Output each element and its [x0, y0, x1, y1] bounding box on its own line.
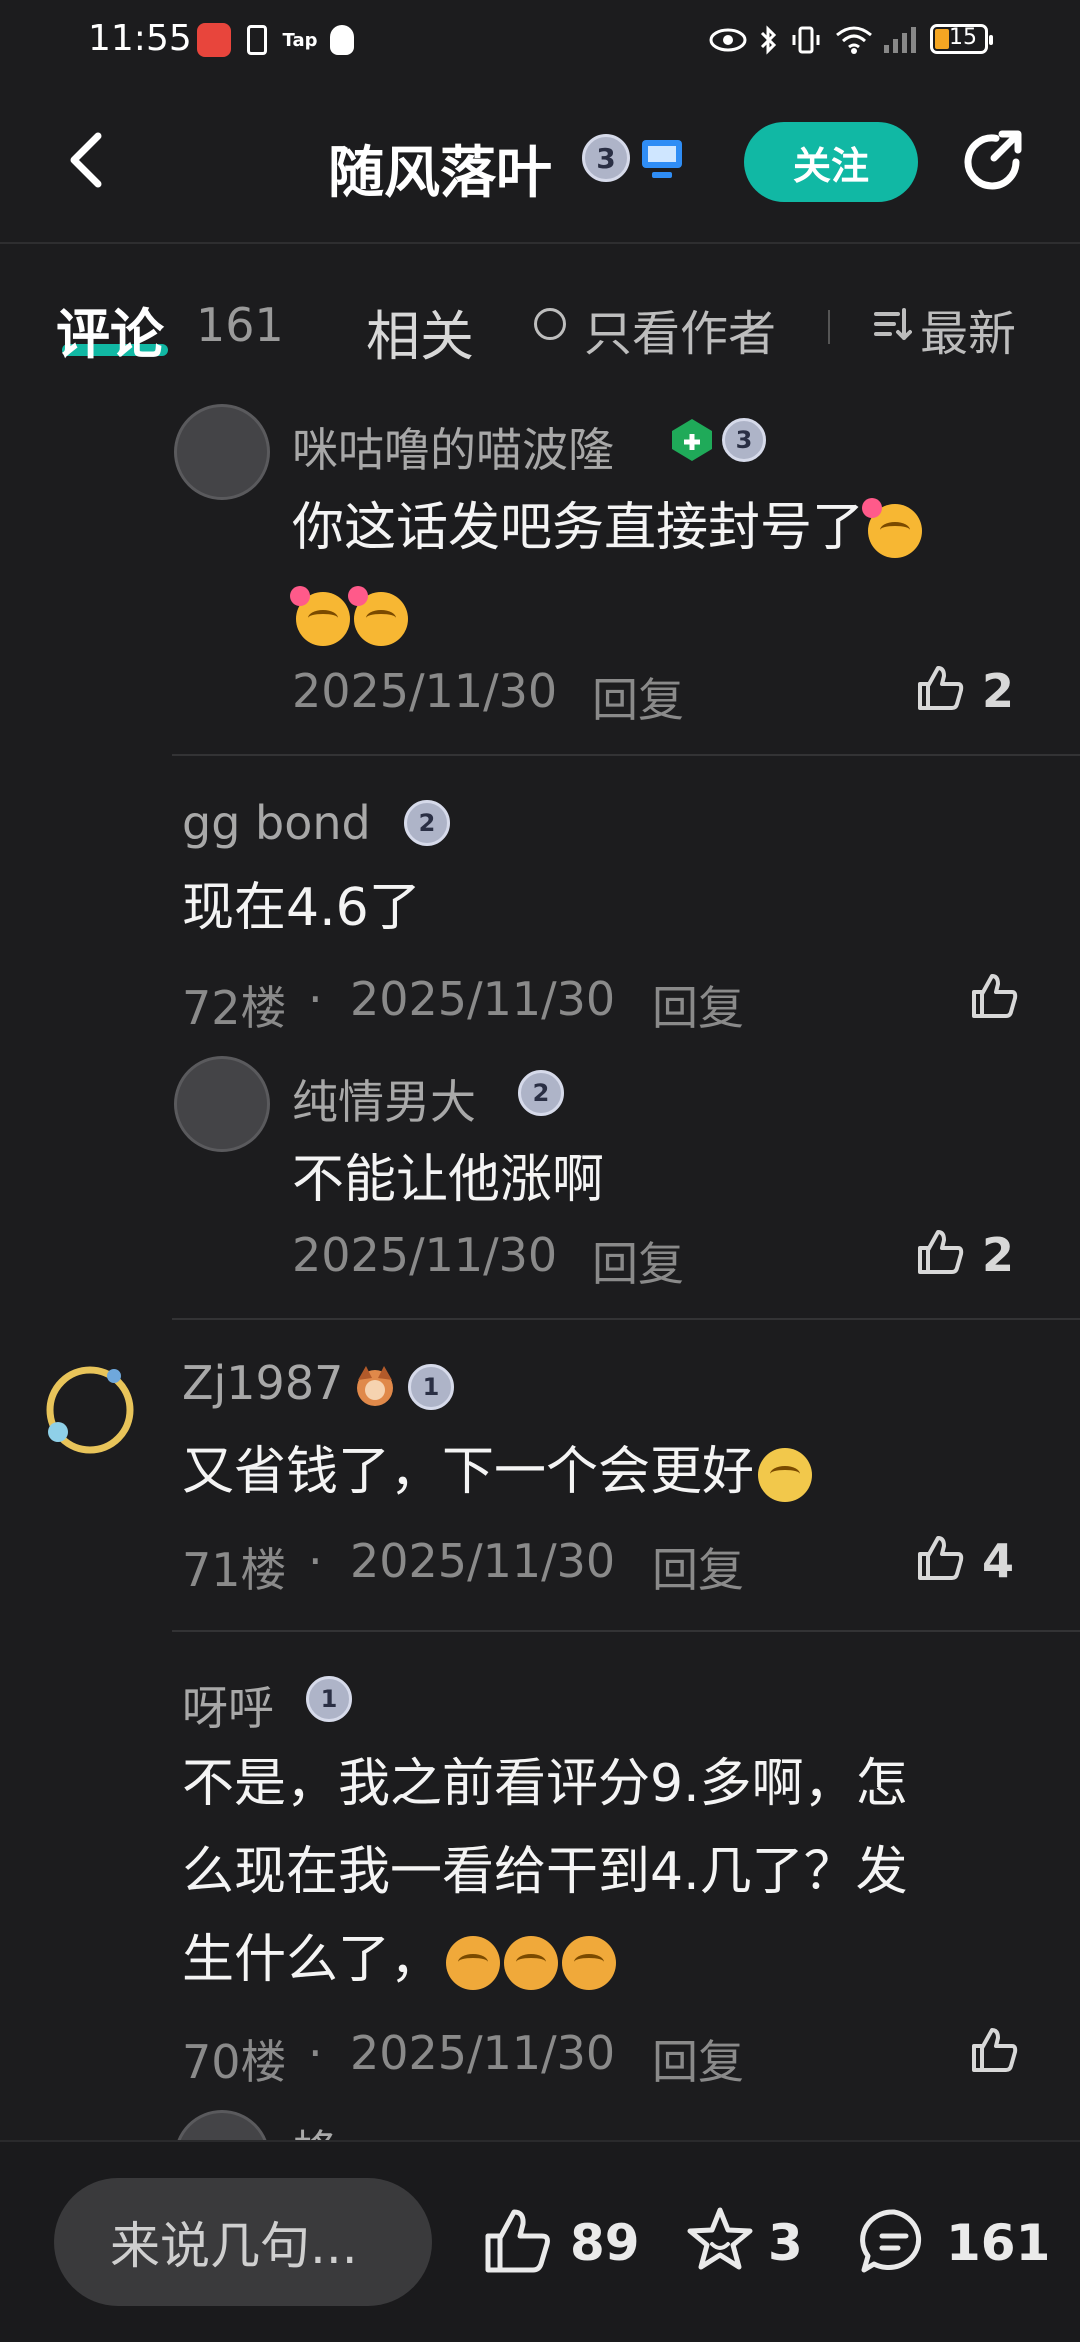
sort-newest[interactable]: 最新 [920, 294, 1016, 364]
signal-icon [880, 22, 920, 58]
like-thumb-icon[interactable] [914, 1226, 966, 1278]
tab-comments[interactable]: 评论 [56, 290, 164, 369]
blush-emoji-icon [562, 1936, 617, 1990]
meta-dot: · [308, 1534, 323, 1588]
divider [172, 754, 1080, 756]
vip-badge-icon [668, 416, 716, 464]
battery-icon: 15 [930, 24, 993, 54]
comment-text: 不是，我之前看评分9.多啊，怎 么现在我一看给干到4.几了？发 生什么了， [182, 1754, 908, 1990]
pc-badge-icon [638, 136, 686, 182]
divider [172, 1318, 1080, 1320]
comment-author[interactable]: gg bond [182, 796, 371, 850]
comment-floor: 70楼 [182, 2035, 287, 2089]
share-icon[interactable] [956, 126, 1028, 198]
comment-author[interactable]: 纯情男大 [292, 1066, 476, 1132]
vibrate-icon [790, 22, 822, 58]
smile-emoji-icon [290, 586, 350, 646]
meta-dot: · [308, 972, 323, 1026]
reply-button[interactable]: 回复 [652, 972, 744, 1038]
huawei-app-icon [196, 22, 232, 58]
comment-text: 又省钱了，下一个会更好 [182, 1428, 813, 1516]
reply-button[interactable]: 回复 [652, 1534, 744, 1600]
qq-icon [326, 22, 358, 58]
top-nav-bar: 随风落叶 3 关注 [0, 80, 1080, 244]
status-bar: 11:55 Tap 15 [0, 0, 1080, 80]
smile-emoji-icon [862, 498, 923, 558]
only-author-filter[interactable]: 只看作者 [584, 294, 776, 364]
like-thumb-icon[interactable] [968, 2024, 1020, 2076]
tab-related[interactable]: 相关 [366, 292, 474, 371]
battery-level: 15 [949, 25, 977, 50]
comment-author[interactable]: 咪咕噜的喵波隆 [292, 414, 614, 480]
like-count: 2 [982, 1228, 1015, 1282]
comment-count: 161 [946, 2214, 1051, 2272]
comment-text: 你这话发吧务直接封号了 [290, 484, 1032, 660]
comment-date: 2025/11/30 [350, 972, 616, 1026]
author-name[interactable]: 随风落叶 [328, 128, 552, 209]
blush-emoji-icon [504, 1936, 559, 1990]
comment-author[interactable]: 呀呼 [182, 1672, 274, 1738]
avatar[interactable] [174, 1056, 270, 1152]
comment-author[interactable]: Zj1987 [182, 1356, 343, 1410]
like-count: 2 [982, 664, 1015, 718]
like-count: 4 [982, 1534, 1015, 1588]
level-badge-icon: 3 [582, 134, 630, 182]
comment-date: 2025/11/30 [350, 1534, 616, 1588]
comment-input[interactable]: 来说几句... [54, 2178, 432, 2306]
level-badge-icon: 1 [306, 1676, 352, 1722]
comment-date: 2025/11/30 [292, 664, 558, 718]
like-thumb-icon[interactable] [914, 662, 966, 714]
level-badge-icon: 2 [518, 1070, 564, 1116]
alert-icon [244, 22, 270, 58]
meta-dot: · [308, 2026, 323, 2080]
blush-emoji-icon [446, 1936, 501, 1990]
level-badge-value: 3 [596, 141, 616, 175]
tab-comments-count: 161 [196, 298, 284, 352]
character-badge-icon [352, 1362, 398, 1410]
reply-button[interactable]: 回复 [592, 664, 684, 730]
comment-date: 2025/11/30 [292, 1228, 558, 1282]
like-thumb-icon[interactable] [914, 1532, 966, 1584]
level-badge-icon: 1 [408, 1364, 454, 1410]
star-count: 3 [768, 2214, 803, 2272]
bottom-action-bar: 来说几句... 89 3 161 [0, 2140, 1080, 2342]
tab-divider [828, 310, 830, 344]
like-thumb-icon[interactable] [482, 2206, 554, 2278]
sort-icon[interactable] [872, 304, 912, 344]
back-chevron-icon[interactable] [60, 130, 120, 190]
eye-icon [708, 22, 748, 58]
comment-text: 现在4.6了 [182, 878, 421, 938]
star-icon[interactable] [684, 2204, 756, 2276]
comment-bubble-icon[interactable] [858, 2206, 930, 2278]
smug-emoji-icon [758, 1448, 813, 1502]
wifi-icon [832, 22, 876, 58]
comment-floor: 71楼 [182, 1543, 287, 1597]
level-badge-icon: 2 [404, 800, 450, 846]
smile-emoji-icon [348, 586, 408, 646]
like-count: 89 [570, 2214, 640, 2272]
avatar-frame[interactable] [40, 1360, 140, 1460]
divider [172, 1630, 1080, 1632]
reply-button[interactable]: 回复 [652, 2026, 744, 2092]
tap-icon: Tap [282, 29, 318, 51]
follow-button[interactable]: 关注 [744, 122, 918, 202]
avatar[interactable] [174, 404, 270, 500]
comment-floor: 72楼 [182, 981, 287, 1035]
reply-button[interactable]: 回复 [592, 1228, 684, 1294]
status-time: 11:55 [88, 18, 192, 59]
bluetooth-icon [756, 22, 780, 58]
comment-date: 2025/11/30 [350, 2026, 616, 2080]
only-author-radio[interactable] [534, 308, 566, 340]
like-thumb-icon[interactable] [968, 970, 1020, 1022]
comment-text: 不能让他涨啊 [292, 1150, 605, 1210]
level-badge-icon: 3 [722, 418, 766, 462]
